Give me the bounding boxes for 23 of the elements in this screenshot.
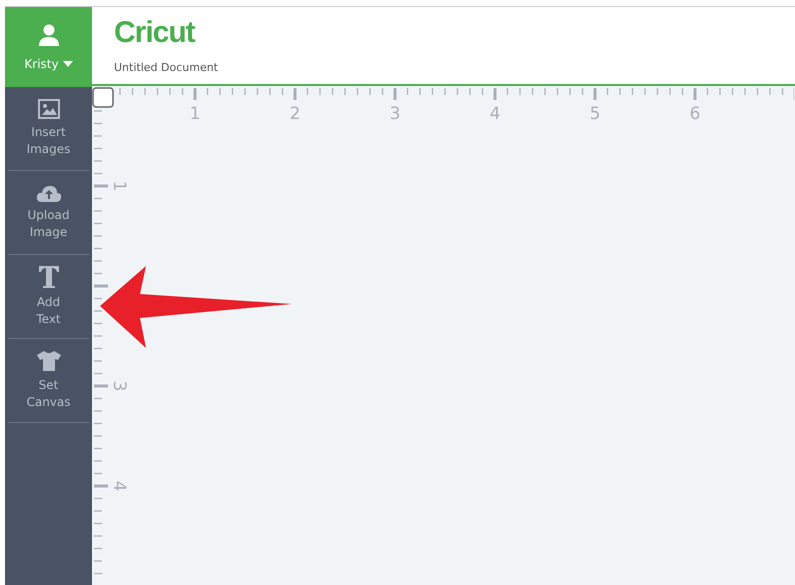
shirt-icon [36,350,62,372]
tool-button[interactable]: Upload Image [8,171,89,255]
ruler-label: 1 [190,104,200,124]
caret-icon [62,61,73,67]
ruler-label: 1 [109,180,129,192]
image-icon [38,99,60,119]
tool-button[interactable]: Add Text [8,255,89,339]
tool-button[interactable]: Set Canvas [8,339,89,423]
user-menu-button[interactable]: Kristy [24,57,73,71]
ruler-label: 3 [109,380,129,392]
letter-t-icon [38,265,60,289]
logo: Cricut [114,15,196,51]
ruler-label: 4 [490,104,500,124]
ruler-label: 5 [590,104,600,124]
user-icon [36,23,60,47]
ruler-label: 4 [109,480,129,492]
tool-button[interactable]: Insert Images [8,87,89,171]
ruler-corner-handle[interactable] [92,87,114,108]
ruler-label: 6 [690,104,700,124]
ruler-label: 2 [290,104,300,124]
ruler-label: 3 [390,104,400,124]
document-title: Untitled Document [114,61,219,74]
cloud-upload-icon [36,184,62,202]
